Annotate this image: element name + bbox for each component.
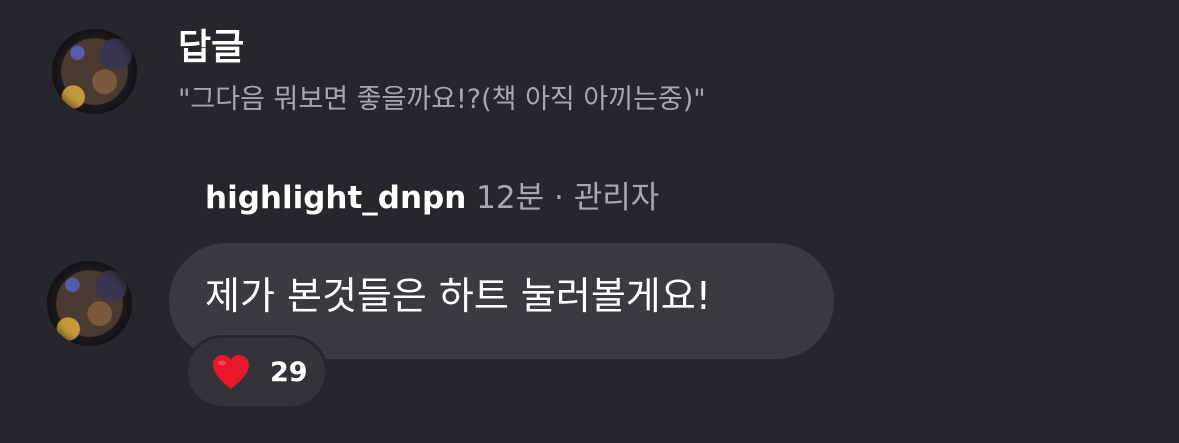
comment-text: 제가 본것들은 하트 눌러볼게요! xyxy=(205,274,711,318)
role-badge: 관리자 xyxy=(573,180,660,216)
timestamp: 12분 xyxy=(476,180,545,216)
reaction-button[interactable]: 29 xyxy=(185,335,328,409)
reaction-count: 29 xyxy=(270,356,308,388)
heart-icon xyxy=(210,353,252,391)
reply-label: 답글 xyxy=(178,27,245,68)
meta-separator: · xyxy=(554,180,564,216)
username[interactable]: highlight_dnpn xyxy=(205,180,466,216)
avatar[interactable] xyxy=(47,261,132,346)
comment-meta: highlight_dnpn 12분 · 관리자 xyxy=(205,180,659,217)
avatar[interactable] xyxy=(52,29,137,114)
quoted-comment-text: "그다음 뭐보면 좋을까요!?(책 아직 아끼는중)" xyxy=(178,84,706,115)
